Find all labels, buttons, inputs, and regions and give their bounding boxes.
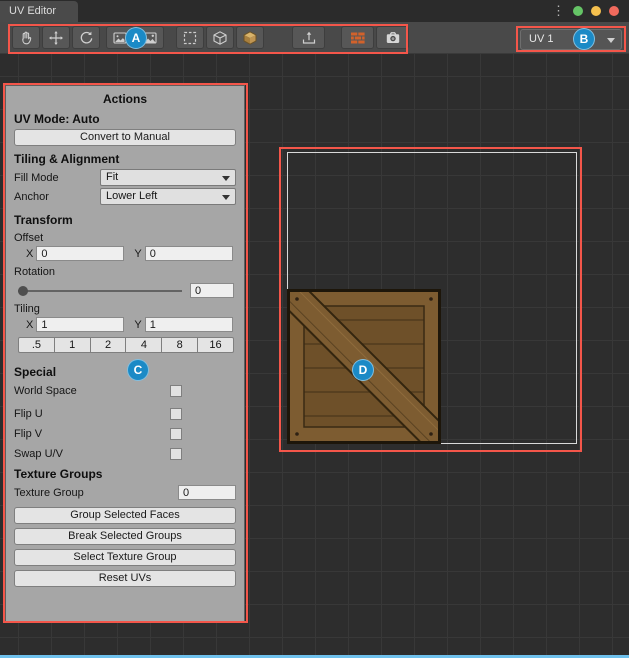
swap-uv-checkbox[interactable]: [170, 448, 182, 460]
window-controls: ⋮: [552, 5, 619, 17]
move-icon: [48, 30, 64, 46]
tab-strip: UV Editor ⋮: [0, 0, 629, 22]
screenshot-camera-button[interactable]: [376, 26, 409, 49]
anchor-label: Anchor: [14, 191, 100, 203]
anchor-value: Lower Left: [106, 190, 157, 202]
tiling-label: Tiling: [14, 303, 236, 315]
anchor-row: Anchor Lower Left: [14, 188, 236, 205]
preset-8-button[interactable]: 8: [162, 337, 198, 353]
panel-title: Actions: [6, 86, 244, 106]
preset-half-button[interactable]: .5: [18, 337, 55, 353]
uv-channel-dropdown[interactable]: UV 1: [520, 29, 622, 50]
pan-tool-button[interactable]: [12, 26, 40, 49]
anchor-dropdown[interactable]: Lower Left: [100, 188, 236, 205]
bricks-icon: [350, 30, 366, 46]
actions-panel: Actions UV Mode: Auto Convert to Manual …: [5, 85, 245, 622]
fill-mode-row: Fill Mode Fit: [14, 169, 236, 186]
flip-v-label: Flip V: [14, 428, 42, 440]
special-heading: Special: [14, 365, 236, 379]
offset-x-label: X: [26, 248, 33, 260]
flip-u-label: Flip U: [14, 408, 43, 420]
preset-1-button[interactable]: 1: [55, 337, 91, 353]
more-menu-icon[interactable]: ⋮: [552, 5, 565, 17]
flip-u-checkbox[interactable]: [170, 408, 182, 420]
offset-y-field[interactable]: [145, 246, 233, 261]
offset-label: Offset: [14, 232, 236, 244]
tab-label: UV Editor: [9, 5, 56, 17]
texture-group-label: Texture Group: [14, 487, 84, 499]
window-dot-green-icon[interactable]: [573, 6, 583, 16]
texture-bricks-button[interactable]: [341, 26, 374, 49]
annotation-badge-c: C: [127, 359, 149, 381]
preset-4-button[interactable]: 4: [126, 337, 162, 353]
reset-uvs-button[interactable]: Reset UVs: [14, 570, 236, 587]
world-space-checkbox[interactable]: [170, 385, 182, 397]
chevron-down-icon: [222, 176, 230, 181]
world-space-label: World Space: [14, 385, 77, 397]
offset-xy-row: X Y: [26, 246, 238, 261]
export-template-button[interactable]: [292, 26, 325, 49]
window-dot-red-icon[interactable]: [609, 6, 619, 16]
tiling-alignment-heading: Tiling & Alignment: [14, 152, 236, 166]
cube-wireframe-button[interactable]: [206, 26, 234, 49]
annotation-badge-a: A: [125, 27, 147, 49]
export-icon: [301, 30, 317, 46]
world-space-row: World Space: [14, 385, 236, 398]
window-dot-yellow-icon[interactable]: [591, 6, 601, 16]
uv-channel-value: UV 1: [529, 33, 553, 45]
tiling-presets: .5 1 2 4 8 16: [18, 337, 234, 353]
flip-u-row: Flip U: [14, 408, 236, 421]
frame-select-button[interactable]: [176, 26, 204, 49]
offset-x-field[interactable]: [36, 246, 124, 261]
rotation-slider-row: [18, 283, 234, 298]
uv-editor-window: UV Editor ⋮: [0, 0, 629, 658]
tiling-x-label: X: [26, 319, 33, 331]
texture-group-row: Texture Group: [14, 485, 236, 501]
tab-uv-editor[interactable]: UV Editor: [0, 1, 78, 22]
cube-icon: [212, 30, 228, 46]
pan-hand-icon: [18, 30, 34, 46]
rotation-label: Rotation: [14, 266, 236, 278]
texture-group-field[interactable]: [178, 485, 236, 500]
swap-uv-row: Swap U/V: [14, 448, 236, 461]
fill-mode-value: Fit: [106, 171, 118, 183]
group-selected-faces-button[interactable]: Group Selected Faces: [14, 507, 236, 524]
annotation-badge-d: D: [352, 359, 374, 381]
select-texture-group-button[interactable]: Select Texture Group: [14, 549, 236, 566]
convert-to-manual-button[interactable]: Convert to Manual: [14, 129, 236, 146]
camera-icon: [385, 30, 401, 46]
rotate-icon: [78, 30, 94, 46]
cube-textured-button[interactable]: [236, 26, 264, 49]
uv-mode-label: UV Mode: Auto: [14, 112, 236, 126]
tiling-xy-row: X Y: [26, 317, 238, 332]
tiling-y-field[interactable]: [145, 317, 233, 332]
annotation-badge-b: B: [573, 28, 595, 50]
move-tool-button[interactable]: [42, 26, 70, 49]
rotation-value-field[interactable]: [190, 283, 234, 298]
chevron-down-icon: [607, 38, 615, 43]
offset-y-label: Y: [134, 248, 141, 260]
flip-v-row: Flip V: [14, 428, 236, 441]
flip-v-checkbox[interactable]: [170, 428, 182, 440]
frame-select-icon: [182, 30, 198, 46]
rotation-slider-track[interactable]: [18, 290, 182, 292]
texture-groups-heading: Texture Groups: [14, 467, 236, 481]
transform-heading: Transform: [14, 213, 236, 227]
rotate-tool-button[interactable]: [72, 26, 100, 49]
cube-textured-icon: [242, 30, 258, 46]
chevron-down-icon: [222, 195, 230, 200]
tiling-y-label: Y: [134, 319, 141, 331]
tiling-x-field[interactable]: [36, 317, 124, 332]
preset-16-button[interactable]: 16: [198, 337, 234, 353]
break-selected-groups-button[interactable]: Break Selected Groups: [14, 528, 236, 545]
fill-mode-label: Fill Mode: [14, 172, 100, 184]
preset-2-button[interactable]: 2: [91, 337, 127, 353]
rotation-slider-knob[interactable]: [18, 286, 28, 296]
swap-uv-label: Swap U/V: [14, 448, 63, 460]
fill-mode-dropdown[interactable]: Fit: [100, 169, 236, 186]
